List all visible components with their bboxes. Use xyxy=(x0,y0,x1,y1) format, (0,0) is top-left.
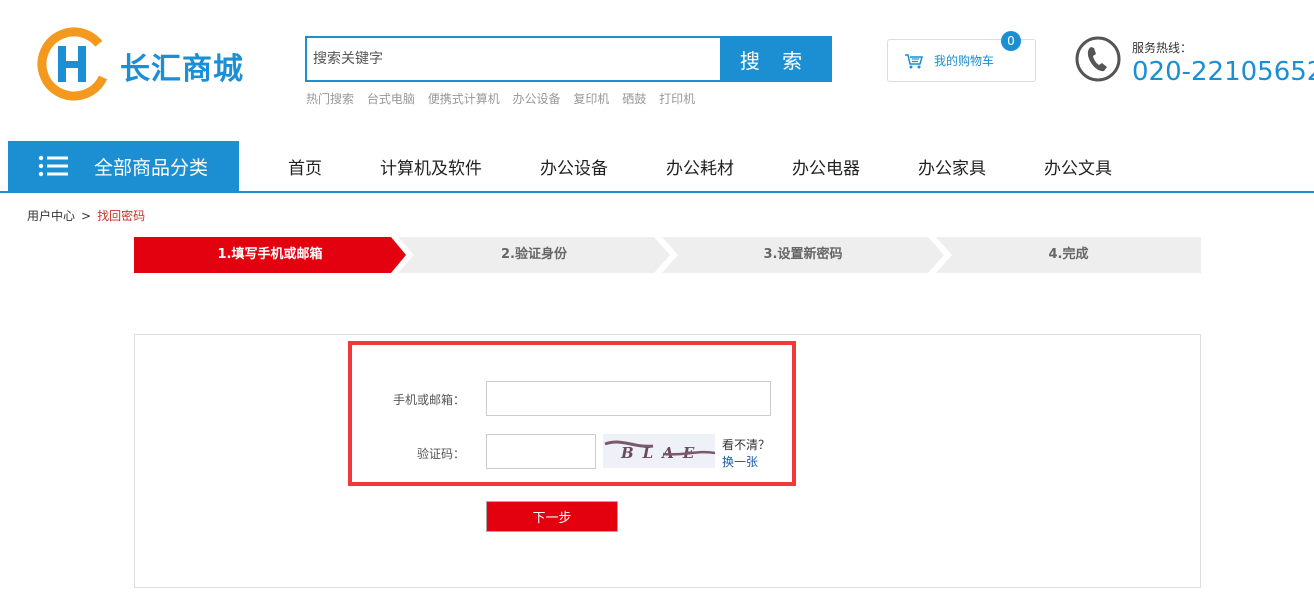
search-bar: 搜 索 xyxy=(305,36,832,82)
hot-search-item[interactable]: 复印机 xyxy=(573,92,609,106)
breadcrumb-parent[interactable]: 用户中心 xyxy=(27,209,75,223)
hot-search-item[interactable]: 打印机 xyxy=(659,92,695,106)
nav-item-stationery[interactable]: 办公文具 xyxy=(1044,154,1112,179)
nav-item-office-furniture[interactable]: 办公家具 xyxy=(918,154,986,179)
cart-icon xyxy=(905,53,923,68)
nav-item-office-equipment[interactable]: 办公设备 xyxy=(540,154,608,179)
step-2: 2.验证身份 xyxy=(501,247,567,262)
hot-search-item[interactable]: 便携式计算机 xyxy=(428,92,500,106)
phone-icon xyxy=(1075,36,1121,82)
account-label: 手机或邮箱： xyxy=(392,393,465,407)
logo-mark-icon xyxy=(37,27,111,101)
nav-item-computers[interactable]: 计算机及软件 xyxy=(380,154,482,179)
step-3: 3.设置新密码 xyxy=(763,247,843,262)
hotline-label: 服务热线： xyxy=(1132,41,1193,55)
nav-item-home[interactable]: 首页 xyxy=(288,154,322,179)
nav-item-office-supplies[interactable]: 办公耗材 xyxy=(666,154,734,179)
hot-search-item[interactable]: 办公设备 xyxy=(513,92,561,106)
cart-label: 我的购物车 xyxy=(934,54,995,68)
account-input[interactable] xyxy=(486,381,771,416)
nav-item-office-appliances[interactable]: 办公电器 xyxy=(792,154,860,179)
cart-button[interactable]: 我的购物车 0 xyxy=(887,31,1036,82)
step-4: 4.完成 xyxy=(1048,247,1089,262)
menu-list-icon xyxy=(38,155,68,177)
hotline-number: 020-22105652 xyxy=(1132,57,1314,87)
step-1: 1.填写手机或邮箱 xyxy=(217,247,323,262)
captcha-label: 验证码： xyxy=(416,447,465,461)
change-captcha-link[interactable]: 换一张 xyxy=(722,453,758,470)
next-step-button[interactable]: 下一步 xyxy=(486,501,618,532)
breadcrumb: 用户中心 > 找回密码 xyxy=(27,207,145,224)
logo-text: 长汇商城 xyxy=(120,52,244,87)
progress-steps: 1.填写手机或邮箱 2.验证身份 3.设置新密码 4.完成 xyxy=(134,237,1201,273)
site-logo[interactable]: 长汇商城 xyxy=(36,24,256,104)
search-button[interactable]: 搜 索 xyxy=(720,38,830,80)
captcha-input[interactable] xyxy=(486,434,596,469)
hot-search: 热门搜索 台式电脑 便携式计算机 办公设备 复印机 硒鼓 打印机 xyxy=(306,90,708,107)
hot-search-item[interactable]: 台式电脑 xyxy=(367,92,415,106)
breadcrumb-separator: > xyxy=(81,209,92,223)
hot-search-label: 热门搜索 xyxy=(306,92,355,106)
captcha-graphic: BLAE xyxy=(604,440,716,462)
cant-see-text: 看不清？ xyxy=(722,438,771,452)
breadcrumb-current: 找回密码 xyxy=(97,209,146,223)
cart-count-badge: 0 xyxy=(1001,31,1021,51)
hot-search-item[interactable]: 硒鼓 xyxy=(622,92,646,106)
search-input[interactable] xyxy=(307,38,720,80)
captcha-image[interactable]: BLAE xyxy=(603,434,716,468)
nav-menu: 首页 计算机及软件 办公设备 办公耗材 办公电器 办公家具 办公文具 xyxy=(268,141,1170,191)
all-categories-label: 全部商品分类 xyxy=(94,156,209,179)
main-nav: 全部商品分类 首页 计算机及软件 办公设备 办公耗材 办公电器 办公家具 办公文… xyxy=(0,141,1314,193)
all-categories-button[interactable]: 全部商品分类 xyxy=(8,141,239,191)
